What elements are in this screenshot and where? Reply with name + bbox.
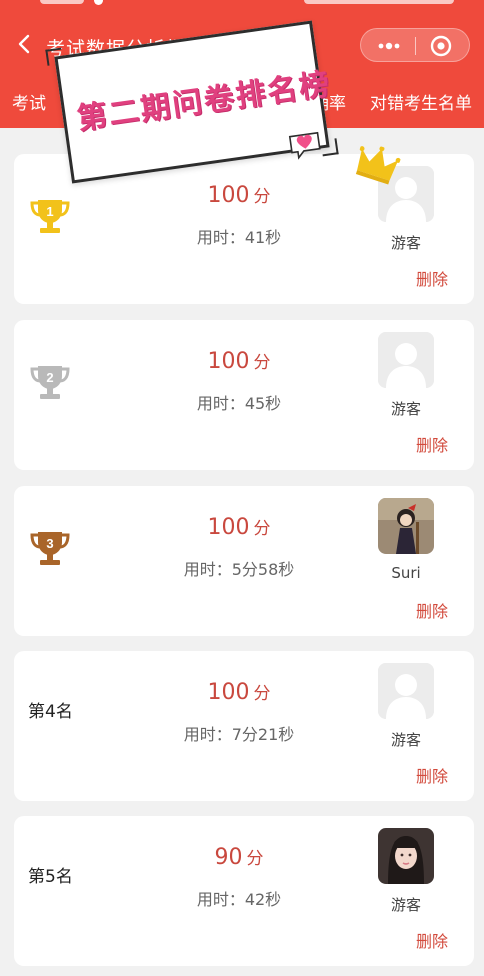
photo-girl-avatar — [378, 828, 434, 884]
heart-chat-icon — [288, 131, 321, 160]
delete-button[interactable]: 删除 — [416, 763, 448, 787]
status-bar — [0, 0, 484, 14]
back-arrow-icon[interactable] — [14, 30, 34, 58]
mini-program-capsule — [360, 28, 470, 62]
time-used: 用时：42秒 — [196, 890, 282, 909]
ranking-card-4: 第4名 100 分 用时：7分21秒 游客 删除 — [14, 651, 474, 801]
time-used: 用时：7分21秒 — [183, 725, 295, 744]
tab-right-wrong-list[interactable]: 对错考生名单 — [370, 89, 472, 114]
score: 100 分 — [207, 349, 271, 374]
rank-label: 第5名 — [28, 867, 73, 887]
delete-button[interactable]: 删除 — [416, 266, 448, 290]
delete-button[interactable]: 删除 — [416, 432, 448, 456]
close-target-icon[interactable] — [429, 34, 453, 58]
svg-text:1: 1 — [46, 204, 53, 219]
user-name: 游客 — [390, 896, 421, 914]
status-indicators — [304, 0, 454, 4]
more-options-icon[interactable] — [375, 37, 403, 55]
status-carrier — [40, 0, 84, 4]
score: 100 分 — [207, 680, 271, 705]
notification-dot — [94, 0, 103, 5]
time-used: 用时：45秒 — [196, 394, 282, 413]
score: 90 分 — [214, 845, 264, 870]
user-name: 游客 — [390, 234, 421, 252]
illustrated-girl-avatar — [378, 498, 434, 554]
delete-button[interactable]: 删除 — [416, 598, 448, 622]
bronze-trophy-icon: 3 — [30, 532, 70, 565]
score: 100 分 — [207, 515, 271, 540]
ranking-card-5: 第5名 90 分 用时：42秒 游客 删除 — [14, 816, 474, 966]
svg-text:2: 2 — [46, 370, 53, 385]
score: 100 分 — [207, 183, 271, 208]
tab-exam[interactable]: 考试 — [12, 89, 60, 114]
ranking-card-3: 3 100 分 用时：5分58秒 Suri 删除 — [14, 486, 474, 636]
user-name: 游客 — [390, 731, 421, 749]
time-used: 用时：5分58秒 — [183, 560, 295, 579]
rank-label: 第4名 — [28, 702, 73, 722]
ranking-card-2: 2 100 分 用时：45秒 游客 删除 — [14, 320, 474, 470]
silver-trophy-icon: 2 — [30, 366, 70, 399]
banner-corner — [45, 47, 64, 66]
svg-text:3: 3 — [46, 536, 53, 551]
user-name: Suri — [391, 564, 421, 582]
user-name: 游客 — [390, 400, 421, 418]
gold-trophy-icon: 1 — [30, 200, 70, 233]
default-avatar — [378, 663, 434, 719]
default-avatar — [378, 332, 434, 388]
capsule-divider — [415, 37, 416, 55]
delete-button[interactable]: 删除 — [416, 928, 448, 952]
time-used: 用时：41秒 — [196, 228, 282, 247]
